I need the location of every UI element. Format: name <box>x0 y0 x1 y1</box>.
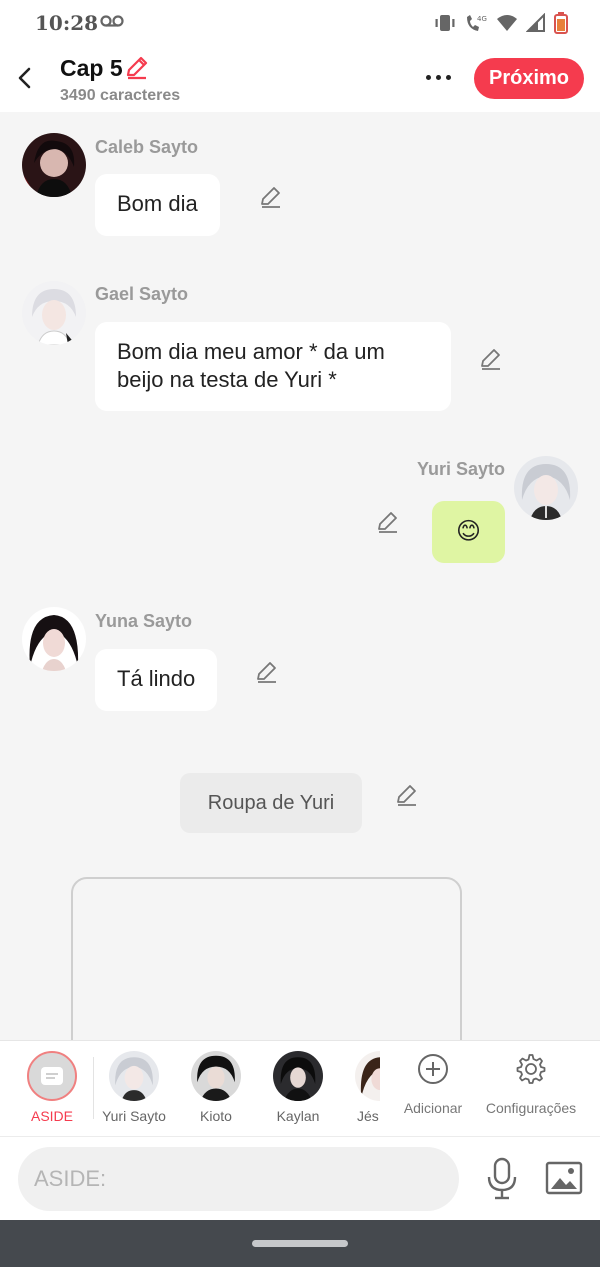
edit-title-icon[interactable] <box>124 54 150 80</box>
add-circle-icon <box>418 1054 448 1084</box>
character-bar: ASIDE Yuri Sayto Kioto Kaylan Jés Adicio… <box>0 1040 600 1136</box>
status-bar: 10:28 4G <box>0 0 600 46</box>
wifi-icon <box>497 15 517 31</box>
avatar <box>191 1051 241 1101</box>
home-indicator[interactable] <box>252 1240 348 1247</box>
message-bubble[interactable]: Bom dia <box>95 174 220 236</box>
signal-icon <box>526 13 545 32</box>
message-bubble-own[interactable]: 😊 <box>432 501 505 563</box>
gear-icon <box>516 1054 546 1084</box>
voicemail-icon <box>100 15 124 27</box>
avatar-image <box>22 133 86 197</box>
edit-message-icon[interactable] <box>254 659 280 685</box>
settings-button[interactable]: Configurações <box>484 1053 578 1116</box>
character-count: 3490 caracteres <box>60 87 181 104</box>
avatar-gael[interactable] <box>22 281 86 345</box>
character-label: ASIDE <box>30 1108 73 1124</box>
character-kioto[interactable]: Kioto <box>176 1051 256 1124</box>
avatar <box>109 1051 159 1101</box>
avatar-image <box>22 281 86 345</box>
character-jes[interactable]: Jés <box>340 1051 380 1124</box>
settings-label: Configurações <box>485 1100 577 1116</box>
image-icon[interactable] <box>545 1159 583 1197</box>
avatar-image <box>22 607 86 671</box>
sender-name: Yuna Sayto <box>95 611 193 631</box>
message-bubble[interactable]: Tá lindo <box>95 649 218 711</box>
more-dot-icon <box>445 74 451 80</box>
message-bubble[interactable]: Bom dia meu amor * da um beijo na testa … <box>95 322 451 411</box>
aside-note-icon <box>41 1067 63 1085</box>
avatar-yuna[interactable] <box>22 607 86 671</box>
character-label: Jés <box>357 1108 379 1124</box>
vibrate-icon <box>435 15 455 31</box>
message-input[interactable] <box>18 1147 459 1211</box>
back-button[interactable] <box>12 62 36 94</box>
status-icons: 4G <box>434 12 568 34</box>
more-options-button[interactable] <box>420 67 456 87</box>
character-kaylan[interactable]: Kaylan <box>258 1051 338 1124</box>
sender-name: Caleb Sayto <box>95 137 199 157</box>
edit-message-icon[interactable] <box>258 184 284 210</box>
character-label: Yuri Sayto <box>102 1108 166 1124</box>
sender-name: Yuri Sayto <box>417 459 506 479</box>
composer <box>0 1136 600 1220</box>
add-label: Adicionar <box>403 1100 463 1116</box>
avatar <box>273 1051 323 1101</box>
svg-text:4G: 4G <box>477 15 487 23</box>
aside-message[interactable]: Roupa de Yuri <box>180 773 362 833</box>
character-label: Kioto <box>200 1108 232 1124</box>
editor-header: Cap 5 3490 caracteres Próximo <box>0 46 600 112</box>
character-label: Kaylan <box>276 1108 320 1124</box>
edit-message-icon[interactable] <box>394 782 420 808</box>
more-dot-icon <box>425 74 431 80</box>
add-character-button[interactable]: Adicionar <box>400 1053 466 1116</box>
battery-icon <box>554 12 568 34</box>
aside-avatar <box>27 1051 77 1101</box>
sender-name: Gael Sayto <box>95 284 189 304</box>
avatar <box>355 1051 380 1101</box>
character-yuri[interactable]: Yuri Sayto <box>94 1051 174 1124</box>
more-dot-icon <box>435 74 441 80</box>
edit-message-icon[interactable] <box>478 346 504 372</box>
status-time: 10:28 <box>35 11 99 35</box>
chapter-title[interactable]: Cap 5 <box>60 55 123 82</box>
avatar-yuri[interactable] <box>514 456 578 520</box>
character-aside[interactable]: ASIDE <box>12 1051 92 1124</box>
edit-message-icon[interactable] <box>375 509 401 535</box>
next-button[interactable]: Próximo <box>474 58 584 99</box>
microphone-icon[interactable] <box>484 1157 520 1201</box>
system-nav-bar <box>0 1220 600 1267</box>
avatar-image <box>514 456 578 520</box>
avatar-caleb[interactable] <box>22 133 86 197</box>
4g-call-icon: 4G <box>467 15 487 31</box>
chevron-left-icon <box>18 67 31 89</box>
